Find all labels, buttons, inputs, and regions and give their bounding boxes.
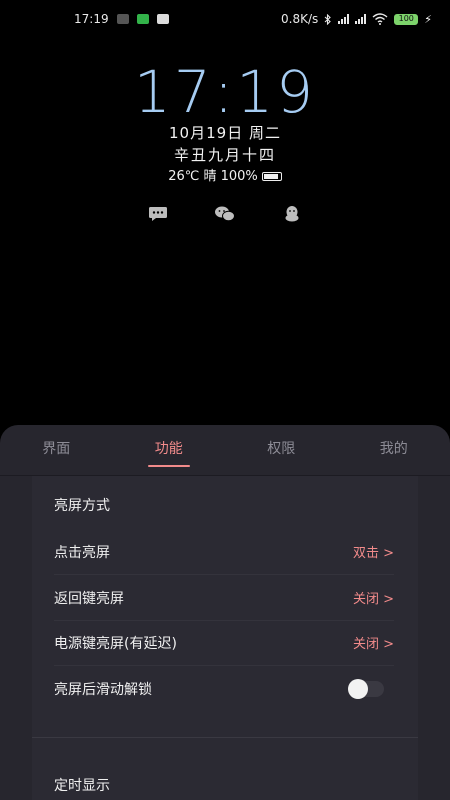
wechat-icon <box>214 205 236 223</box>
message-notification-icon <box>156 14 169 24</box>
signal-2-icon <box>355 14 367 24</box>
settings-sheet: 界面 功能 权限 我的 亮屏方式 点击亮屏 双击 > 返回键亮屏 关闭 > 电源… <box>0 425 450 800</box>
tab-permissions[interactable]: 权限 <box>225 425 338 475</box>
status-bar: 17:19 0.8K/s 100 ⚡ <box>0 0 450 38</box>
setting-label: 点击亮屏 <box>54 544 110 561</box>
setting-row-slide-unlock[interactable]: 亮屏后滑动解锁 <box>54 666 394 712</box>
setting-row-back-key-wake[interactable]: 返回键亮屏 关闭 > <box>54 575 394 621</box>
preview-battery-icon <box>261 172 282 181</box>
clock-display: 17:19 <box>133 58 317 126</box>
signal-1-icon <box>338 14 350 24</box>
tab-bar: 界面 功能 权限 我的 <box>0 425 450 475</box>
section-title-timed-display: 定时显示 <box>54 778 110 794</box>
tab-features[interactable]: 功能 <box>113 425 226 475</box>
section-divider <box>32 737 418 738</box>
weather-text: 26℃ 晴 100% <box>168 169 258 184</box>
setting-label: 返回键亮屏 <box>54 590 124 607</box>
charging-icon: ⚡ <box>424 12 432 26</box>
weather-battery-text: 26℃ 晴 100% <box>0 165 450 184</box>
tab-mine[interactable]: 我的 <box>338 425 450 475</box>
setting-row-power-key-wake[interactable]: 电源键亮屏(有延迟) 关闭 > <box>54 620 394 666</box>
chat-notification-icon <box>136 14 149 24</box>
setting-value[interactable]: 关闭 > <box>353 633 394 652</box>
setting-value[interactable]: 关闭 > <box>353 588 394 607</box>
setting-label: 电源键亮屏(有延迟) <box>54 635 177 652</box>
download-icon <box>116 14 129 24</box>
battery-icon: 100 <box>394 13 419 25</box>
tab-interface[interactable]: 界面 <box>0 425 113 475</box>
net-speed: 0.8K/s <box>281 12 319 26</box>
setting-row-tap-wake[interactable]: 点击亮屏 双击 > <box>54 529 394 575</box>
date-text: 10月19日 周二 <box>169 124 281 142</box>
toggle-knob <box>348 679 368 699</box>
wifi-icon <box>372 13 388 25</box>
qq-icon <box>281 205 303 223</box>
notification-icons <box>0 205 450 223</box>
setting-value[interactable]: 双击 > <box>353 542 394 561</box>
section-title-wake-method: 亮屏方式 <box>54 498 110 514</box>
lunar-date-text: 辛丑九月十四 <box>173 146 276 164</box>
bluetooth-icon <box>324 13 332 25</box>
status-time: 17:19 <box>74 12 109 26</box>
sms-icon <box>147 205 169 223</box>
setting-label: 亮屏后滑动解锁 <box>54 682 152 698</box>
slide-unlock-toggle[interactable] <box>348 679 384 699</box>
